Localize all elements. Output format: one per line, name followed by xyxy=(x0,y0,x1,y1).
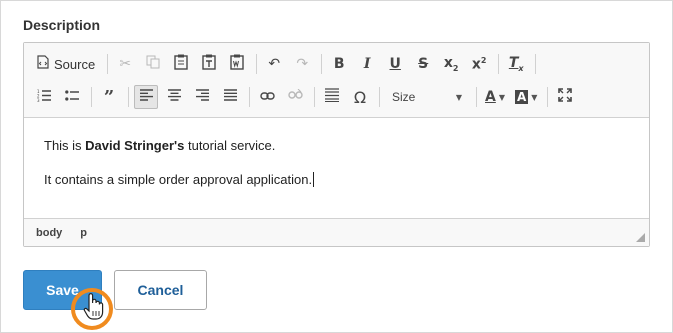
toolbar-separator xyxy=(321,54,323,74)
superscript-icon: x2 xyxy=(471,55,487,73)
horizontal-line-icon xyxy=(325,88,339,106)
toolbar-separator xyxy=(249,87,250,107)
path-element-body[interactable]: body xyxy=(36,227,62,239)
bold-icon: B xyxy=(333,56,345,72)
unlink-icon xyxy=(287,88,303,105)
toolbar-separator xyxy=(535,54,537,74)
paste-word-button[interactable] xyxy=(225,52,249,76)
redo-button[interactable]: ↷ xyxy=(290,52,314,76)
align-center-icon xyxy=(167,89,181,105)
toolbar-separator xyxy=(256,54,258,74)
cancel-button[interactable]: Cancel xyxy=(114,270,207,310)
superscript-button[interactable]: x2 xyxy=(467,52,491,76)
paste-button[interactable] xyxy=(169,52,193,76)
bulleted-list-icon xyxy=(65,89,79,106)
description-label: Description xyxy=(23,17,101,33)
align-right-icon xyxy=(195,89,209,105)
redo-icon: ↷ xyxy=(296,56,309,72)
paste-word-icon xyxy=(230,54,244,74)
content-text: This is xyxy=(44,138,86,153)
copy-icon xyxy=(146,55,160,73)
blockquote-icon: ” xyxy=(103,86,115,108)
justify-button[interactable] xyxy=(218,85,242,109)
toolbar-row-1: Source ✂ ↶ ↷ B I U S x2 x2 Tx xyxy=(32,51,541,77)
special-char-button[interactable]: Ω xyxy=(348,85,372,109)
undo-icon: ↶ xyxy=(268,56,281,72)
align-left-icon xyxy=(139,89,153,105)
source-label: Source xyxy=(54,56,96,72)
toolbar-separator xyxy=(128,87,129,107)
text-color-button[interactable]: A ▼ xyxy=(482,85,508,109)
size-select[interactable]: Size ▼ xyxy=(385,85,469,109)
svg-text:3: 3 xyxy=(37,98,40,102)
align-right-button[interactable] xyxy=(190,85,214,109)
justify-icon xyxy=(223,89,237,105)
chevron-down-icon: ▼ xyxy=(455,92,462,102)
paste-text-icon xyxy=(202,54,216,74)
hand-cursor-icon xyxy=(83,292,105,322)
cut-button[interactable]: ✂ xyxy=(113,52,137,76)
content-paragraph: This is David Stringer's tutorial servic… xyxy=(44,138,624,154)
source-icon xyxy=(37,55,49,73)
editor-toolbar: Source ✂ ↶ ↷ B I U S x2 x2 Tx 1 2 3 ” Ω … xyxy=(24,43,649,118)
horizontal-line-button[interactable] xyxy=(320,85,344,109)
toolbar-separator xyxy=(476,87,477,107)
link-button[interactable] xyxy=(255,85,279,109)
paste-text-button[interactable] xyxy=(197,52,221,76)
maximize-button[interactable] xyxy=(553,85,577,109)
strikethrough-button[interactable]: S xyxy=(411,52,435,76)
toolbar-separator xyxy=(498,54,500,74)
toolbar-row-2: 123 ” Ω Size ▼ A ▼ A ▼ xyxy=(32,84,581,110)
rich-text-editor: Source ✂ ↶ ↷ B I U S x2 x2 Tx 1 2 3 ” Ω … xyxy=(23,42,650,247)
content-bold-text: David Stringer's xyxy=(85,138,185,153)
content-text: tutorial service. xyxy=(184,138,276,153)
align-center-button[interactable] xyxy=(162,85,186,109)
bold-button[interactable]: B xyxy=(327,52,351,76)
background-color-button[interactable]: A ▼ xyxy=(512,85,540,109)
text-color-icon: A xyxy=(485,89,496,105)
unlink-button[interactable] xyxy=(283,85,307,109)
numbered-list-button[interactable]: 123 xyxy=(32,85,56,109)
text-cursor xyxy=(313,172,315,187)
path-element-p[interactable]: p xyxy=(80,227,87,239)
remove-format-icon: Tx xyxy=(508,55,524,73)
maximize-icon xyxy=(558,88,573,106)
toolbar-separator xyxy=(91,87,92,107)
blockquote-button[interactable]: ” xyxy=(97,85,121,109)
remove-format-button[interactable]: Tx xyxy=(504,52,528,76)
editor-status-bar: body p xyxy=(24,218,649,246)
italic-button[interactable]: I xyxy=(355,52,379,76)
toolbar-separator xyxy=(379,87,380,107)
strikethrough-icon: S xyxy=(418,56,429,72)
italic-icon: I xyxy=(363,56,371,72)
cut-icon: ✂ xyxy=(119,56,132,72)
link-icon xyxy=(259,89,275,105)
align-left-button[interactable] xyxy=(134,85,158,109)
underline-icon: U xyxy=(389,56,401,72)
background-color-icon: A xyxy=(515,90,529,104)
content-text: It contains a simple order approval appl… xyxy=(44,172,313,187)
paste-icon xyxy=(174,54,188,74)
undo-button[interactable]: ↶ xyxy=(262,52,286,76)
chevron-down-icon: ▼ xyxy=(531,92,538,102)
toolbar-separator xyxy=(547,87,549,107)
chevron-down-icon: ▼ xyxy=(498,92,505,102)
resize-grip-icon[interactable] xyxy=(636,233,645,242)
source-button[interactable]: Source xyxy=(32,52,100,76)
size-select-value: Size xyxy=(392,90,416,104)
content-paragraph: It contains a simple order approval appl… xyxy=(44,172,624,188)
toolbar-separator xyxy=(107,54,109,74)
subscript-icon: x2 xyxy=(443,55,459,73)
editor-content[interactable]: This is David Stringer's tutorial servic… xyxy=(44,138,624,188)
subscript-button[interactable]: x2 xyxy=(439,52,463,76)
special-char-icon: Ω xyxy=(353,87,367,107)
underline-button[interactable]: U xyxy=(383,52,407,76)
toolbar-separator xyxy=(314,87,315,107)
copy-button[interactable] xyxy=(141,52,165,76)
numbered-list-icon: 123 xyxy=(37,89,51,106)
bulleted-list-button[interactable] xyxy=(60,85,84,109)
